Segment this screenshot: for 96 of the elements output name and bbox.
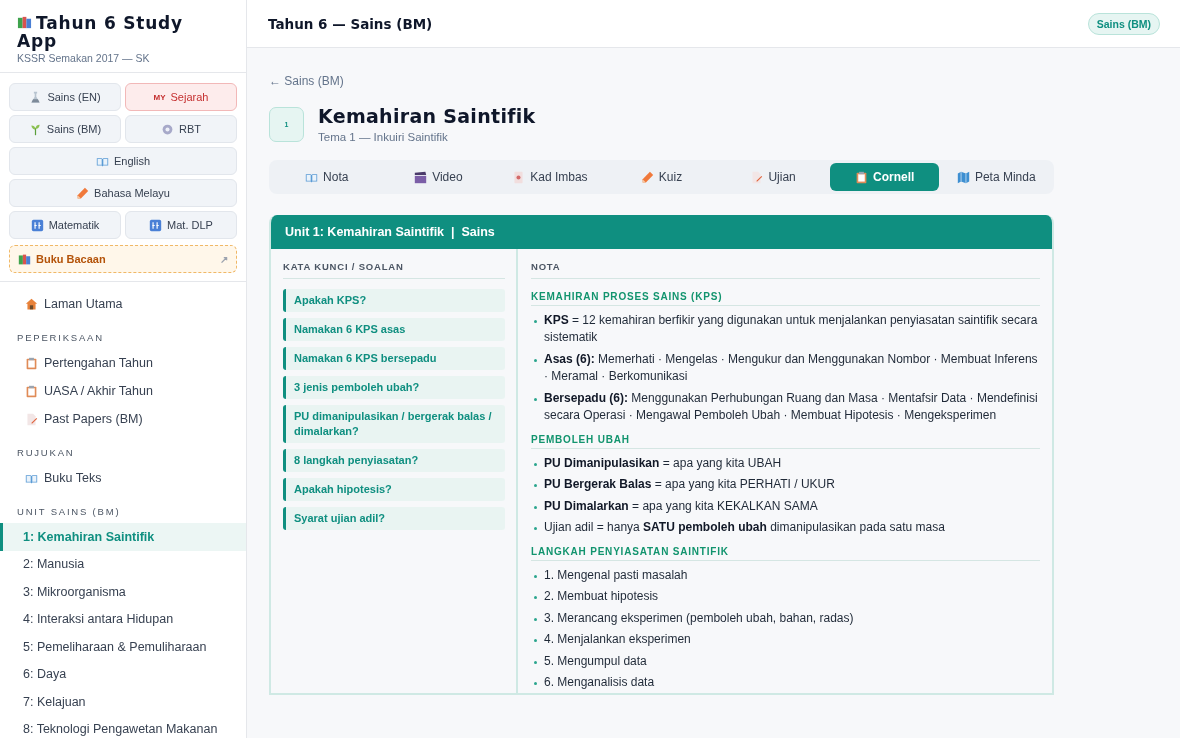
note-point: 5. Mengumpul data <box>544 652 647 670</box>
books-icon <box>18 252 31 266</box>
bullet-icon <box>534 660 537 664</box>
books-icon <box>17 15 32 30</box>
nav-item[interactable]: 6: Daya <box>0 660 246 688</box>
nav-item[interactable]: 5: Pemeliharaan & Pemuliharaan <box>0 633 246 661</box>
clipboard-icon <box>25 356 38 370</box>
card-icon <box>512 170 526 184</box>
bullet-icon <box>534 358 537 362</box>
subject-button[interactable]: Bahasa Melayu <box>9 179 237 207</box>
bullet-icon <box>534 527 537 530</box>
subject-badge: Sains (BM) <box>1087 12 1160 35</box>
section-heading: UNIT SAINS (BM) <box>16 505 122 519</box>
tab[interactable]: Kad Imbas <box>495 163 605 191</box>
note-point: Asas (6): Memerhati · Mengelas · Mengukur dan Menggunakan Nombor · Membuat Inferens · Meramal · Berkomunikasi <box>544 350 1039 385</box>
tab[interactable]: Video <box>383 163 494 191</box>
notes-section-heading: PEMBOLEH UBAH <box>531 426 1040 449</box>
nav-item[interactable]: Laman Utama <box>0 290 246 318</box>
nav-item[interactable]: UASA / Akhir Tahun <box>0 377 246 405</box>
subject-button[interactable]: Sains (BM) <box>9 115 121 143</box>
unit-subtitle: Tema 1 — Inkuiri Saintifik <box>318 131 449 143</box>
card-header: Unit 1: Kemahiran Saintifik | Sains <box>271 215 1052 249</box>
nav-item[interactable]: 4: Interaksi antara Hidupan <box>0 605 246 633</box>
plant-icon <box>28 122 42 136</box>
nav-item[interactable]: 7: Kelajuan <box>0 688 246 716</box>
cue-question: PU dimanipulasikan / bergerak balas / dimalarkan? <box>283 405 505 443</box>
note-point: 3. Merancang eksperimen (pemboleh ubah, bahan, radas) <box>544 609 854 627</box>
bullet-icon <box>534 639 537 642</box>
notes-section-heading: KEMAHIRAN PROSES SAINS (KPS) <box>531 283 1040 306</box>
app-subtitle: KSSR Semakan 2017 — SK <box>17 52 151 64</box>
bullet-icon <box>534 617 537 621</box>
house-icon <box>25 297 38 311</box>
tab[interactable]: Cornell <box>829 163 940 191</box>
note-point: PU Dimanipulasikan = apa yang kita UBAH <box>544 454 782 472</box>
tab[interactable]: Ujian <box>718 163 828 191</box>
back-link[interactable]: ← Sains (BM) <box>269 74 344 88</box>
pencil-icon <box>640 170 654 184</box>
note-point: 6. Menganalisis data <box>544 674 655 691</box>
column-heading: KATA KUNCI / SOALAN <box>283 261 505 279</box>
nav-item[interactable]: Buku Teks <box>0 464 246 492</box>
cue-question: Namakan 6 KPS bersepadu <box>283 347 505 370</box>
page-title: Tahun 6 — Sains (BM) <box>268 15 433 32</box>
cue-question: 8 langkah penyiasatan? <box>283 449 505 472</box>
tab[interactable]: Nota <box>272 163 382 191</box>
clipboard-icon <box>25 384 38 398</box>
gear-icon <box>161 122 174 136</box>
tab[interactable]: Peta Minda <box>941 163 1052 191</box>
clapper-icon <box>414 170 428 184</box>
cue-question: Syarat ujian adil? <box>283 507 505 530</box>
note-point: PU Bergerak Balas = apa yang kita PERHATI / UKUR <box>544 476 835 493</box>
subject-button[interactable]: English <box>9 147 237 175</box>
bullet-icon <box>534 484 537 487</box>
nav-item[interactable]: 1: Kemahiran Saintifik <box>0 523 246 551</box>
note-point: 1. Mengenal pasti masalah <box>544 566 688 584</box>
page-icon <box>750 170 764 184</box>
tab[interactable]: Kuiz <box>606 163 717 191</box>
subject-button[interactable]: Matematik <box>9 211 121 239</box>
bullet-icon <box>534 319 537 323</box>
note-point: 2. Membuat hipotesis <box>544 588 659 605</box>
cue-question: Namakan 6 KPS asas <box>283 318 505 341</box>
section-heading: RUJUKAN <box>16 446 76 460</box>
note-point: 4. Menjalankan eksperimen <box>544 631 691 648</box>
cue-question: Apakah KPS? <box>283 289 505 312</box>
bullet-icon <box>534 397 537 401</box>
calculator-icon <box>30 218 44 232</box>
bullet-icon <box>534 462 537 466</box>
note-point: KPS = 12 kemahiran berfikir yang digunakan untuk menjalankan penyiasatan saintifik secara sistematik <box>544 311 1039 346</box>
subject-button[interactable]: Buku Bacaan ↗ <box>9 245 237 273</box>
nav-item[interactable]: 8: Teknologi Pengawetan Makanan <box>0 715 246 738</box>
bullet-icon <box>534 574 537 578</box>
page-icon <box>25 412 38 426</box>
note-point: PU Dimalarkan = apa yang kita KEKALKAN SAMA <box>544 497 818 515</box>
map-icon <box>956 170 970 184</box>
note-point: Ujian adil = hanya SATU pemboleh ubah dimanipulasikan pada satu masa <box>544 519 945 536</box>
column-heading: NOTA <box>531 261 1040 279</box>
nav-item[interactable]: Pertengahan Tahun <box>0 349 246 377</box>
subject-button[interactable]: RBT <box>125 115 237 143</box>
nav-item[interactable]: 3: Mikroorganisma <box>0 578 246 606</box>
subject-button[interactable]: MY Sejarah <box>125 83 237 111</box>
cue-question: Apakah hipotesis? <box>283 478 505 501</box>
app-title: Tahun 6 Study App <box>17 14 184 50</box>
section-heading: PEPERIKSAAN <box>16 331 105 345</box>
nav-item[interactable]: 2: Manusia <box>0 550 246 578</box>
bullet-icon <box>534 596 537 599</box>
note-point: Bersepadu (6): Menggunakan Perhubungan Ruang dan Masa · Mentafsir Data · Mendefinisi secara Operasi · Mengawal Pemboleh Ubah · Membuat Hipotesis · Mengeksperimen <box>544 389 1039 424</box>
bullet-icon <box>534 682 537 685</box>
clipboard-icon <box>855 170 868 184</box>
unit-title: Kemahiran Saintifik <box>318 105 536 127</box>
bullet-icon <box>534 505 537 509</box>
pencil-icon <box>76 186 90 200</box>
nav-item[interactable]: Past Papers (BM) <box>0 405 246 433</box>
subject-button[interactable]: Sains (EN) <box>9 83 121 111</box>
calculator-icon <box>149 218 163 232</box>
cue-question: 3 jenis pemboleh ubah? <box>283 376 505 399</box>
notes-section-heading: LANGKAH PENYIASATAN SAINTIFIK <box>531 538 1040 561</box>
subject-button[interactable]: Mat. DLP <box>125 211 237 239</box>
